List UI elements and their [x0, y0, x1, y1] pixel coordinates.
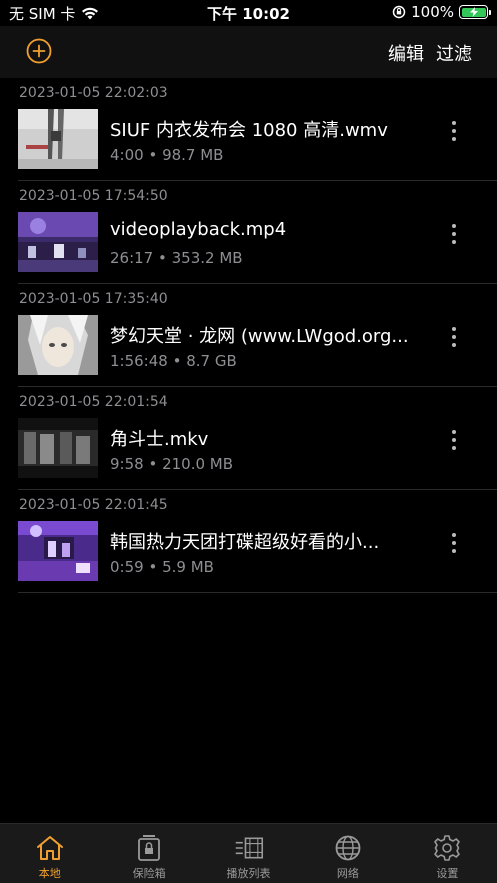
- section-date: 2023-01-05 17:35:40: [19, 291, 168, 307]
- video-meta: 9:58 • 210.0 MB: [110, 455, 234, 473]
- add-button[interactable]: [26, 38, 52, 64]
- video-meta: 0:59 • 5.9 MB: [110, 558, 214, 576]
- video-meta: 4:00 • 98.7 MB: [110, 146, 224, 164]
- section-date: 2023-01-05 22:02:03: [19, 85, 168, 101]
- video-thumbnail: [18, 212, 98, 272]
- tab-local[interactable]: 本地: [0, 824, 99, 883]
- divider: [18, 592, 497, 593]
- video-title: 梦幻天堂 · 龙网 (www.LWgod.org...: [110, 326, 409, 347]
- video-title: SIUF 内衣发布会 1080 高清.wmv: [110, 120, 388, 141]
- section-date: 2023-01-05 17:54:50: [19, 188, 168, 204]
- more-options-icon[interactable]: [446, 428, 462, 452]
- battery-percent: 100%: [411, 3, 454, 21]
- plus-circle-icon: [26, 38, 52, 64]
- video-thumbnail: [18, 521, 98, 581]
- video-title: videoplayback.mp4: [110, 219, 287, 240]
- video-thumbnail: [18, 418, 98, 478]
- playlist-icon: [234, 833, 264, 863]
- tab-label: 网络: [336, 867, 359, 880]
- section-date: 2023-01-05 22:01:45: [19, 497, 168, 513]
- list-item[interactable]: videoplayback.mp4 26:17 • 353.2 MB: [0, 211, 497, 276]
- nav-actions: 编辑 过滤: [388, 40, 472, 66]
- more-options-icon[interactable]: [446, 325, 462, 349]
- battery-icon: [459, 5, 491, 19]
- section-date: 2023-01-05 22:01:54: [19, 394, 168, 410]
- orientation-lock-icon: [392, 5, 406, 19]
- tab-label: 播放列表: [226, 867, 271, 880]
- tab-label: 设置: [436, 867, 459, 880]
- list-section: 2023-01-05 22:01:54 角斗士.mkv 9:58 • 210.0…: [0, 387, 497, 490]
- nav-bar: 编辑 过滤: [0, 26, 497, 78]
- video-thumbnail: [18, 109, 98, 169]
- list-item[interactable]: 梦幻天堂 · 龙网 (www.LWgod.org... 1:56:48 • 8.…: [0, 314, 497, 379]
- more-options-icon[interactable]: [446, 222, 462, 246]
- tab-bar: 本地 保险箱 播放列表 网络 设置: [0, 823, 497, 883]
- tab-network[interactable]: 网络: [298, 824, 397, 883]
- filter-button[interactable]: 过滤: [436, 40, 472, 66]
- tab-label: 本地: [38, 867, 61, 880]
- home-icon: [35, 833, 65, 863]
- status-right: 100%: [392, 3, 491, 21]
- video-title: 韩国热力天团打碟超级好看的小...: [110, 532, 380, 553]
- globe-icon: [333, 833, 363, 863]
- charging-bolt-icon: [469, 7, 478, 17]
- video-thumbnail: [18, 315, 98, 375]
- tab-vault[interactable]: 保险箱: [99, 824, 198, 883]
- gear-icon: [432, 833, 462, 863]
- video-list: 2023-01-05 22:02:03 SIUF 内衣发布会 1080 高清.w…: [0, 78, 497, 593]
- list-item[interactable]: SIUF 内衣发布会 1080 高清.wmv 4:00 • 98.7 MB: [0, 108, 497, 173]
- tab-settings[interactable]: 设置: [398, 824, 497, 883]
- list-item[interactable]: 韩国热力天团打碟超级好看的小... 0:59 • 5.9 MB: [0, 520, 497, 585]
- tab-playlist[interactable]: 播放列表: [199, 824, 298, 883]
- battery-fill: [461, 7, 486, 17]
- list-section: 2023-01-05 17:54:50 videoplayback.mp4 26…: [0, 181, 497, 284]
- more-options-icon[interactable]: [446, 119, 462, 143]
- list-section: 2023-01-05 22:01:45 韩国热力天团打碟超级好看的小... 0:…: [0, 490, 497, 593]
- more-options-icon[interactable]: [446, 531, 462, 555]
- list-section: 2023-01-05 22:02:03 SIUF 内衣发布会 1080 高清.w…: [0, 78, 497, 181]
- video-meta: 1:56:48 • 8.7 GB: [110, 352, 237, 370]
- video-meta: 26:17 • 353.2 MB: [110, 249, 243, 267]
- tab-label: 保险箱: [132, 867, 166, 880]
- vault-icon: [134, 833, 164, 863]
- video-title: 角斗士.mkv: [110, 429, 209, 450]
- edit-button[interactable]: 编辑: [388, 40, 424, 66]
- list-section: 2023-01-05 17:35:40 梦幻天堂 · 龙网 (www.LWgod…: [0, 284, 497, 387]
- list-item[interactable]: 角斗士.mkv 9:58 • 210.0 MB: [0, 417, 497, 482]
- status-bar: 无 SIM 卡 下午 10:02 100%: [0, 0, 497, 26]
